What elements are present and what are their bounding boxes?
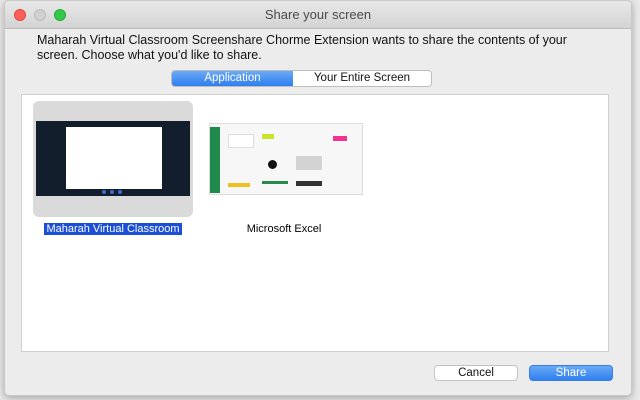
title-bar: Share your screen [5,1,631,29]
source-list: Maharah Virtual Classroom Microsoft Exce… [21,94,609,352]
tab-application-window[interactable]: Application Window [172,71,293,86]
source-label-text: Maharah Virtual Classroom [44,223,182,235]
thumbnail-container [204,101,364,217]
zoom-window-button[interactable] [54,9,66,21]
source-type-tabs: Application Window Your Entire Screen [171,70,432,87]
minimize-window-button[interactable] [34,9,46,21]
source-item-maharah[interactable]: Maharah Virtual Classroom [33,101,193,235]
maharah-thumbnail [36,121,190,196]
thumbnail-container [33,101,193,217]
window-title: Share your screen [264,7,372,22]
excel-thumbnail [209,123,363,195]
tab-entire-screen[interactable]: Your Entire Screen [293,71,431,86]
close-window-button[interactable] [14,9,26,21]
source-label: Maharah Virtual Classroom [33,223,193,235]
source-label-text: Microsoft Excel [246,223,322,235]
cancel-button[interactable]: Cancel [434,365,518,381]
source-item-excel[interactable]: Microsoft Excel [204,101,364,235]
share-button[interactable]: Share [529,365,613,381]
share-message: Maharah Virtual Classroom Screenshare Ch… [37,33,567,62]
source-label: Microsoft Excel [204,223,364,235]
